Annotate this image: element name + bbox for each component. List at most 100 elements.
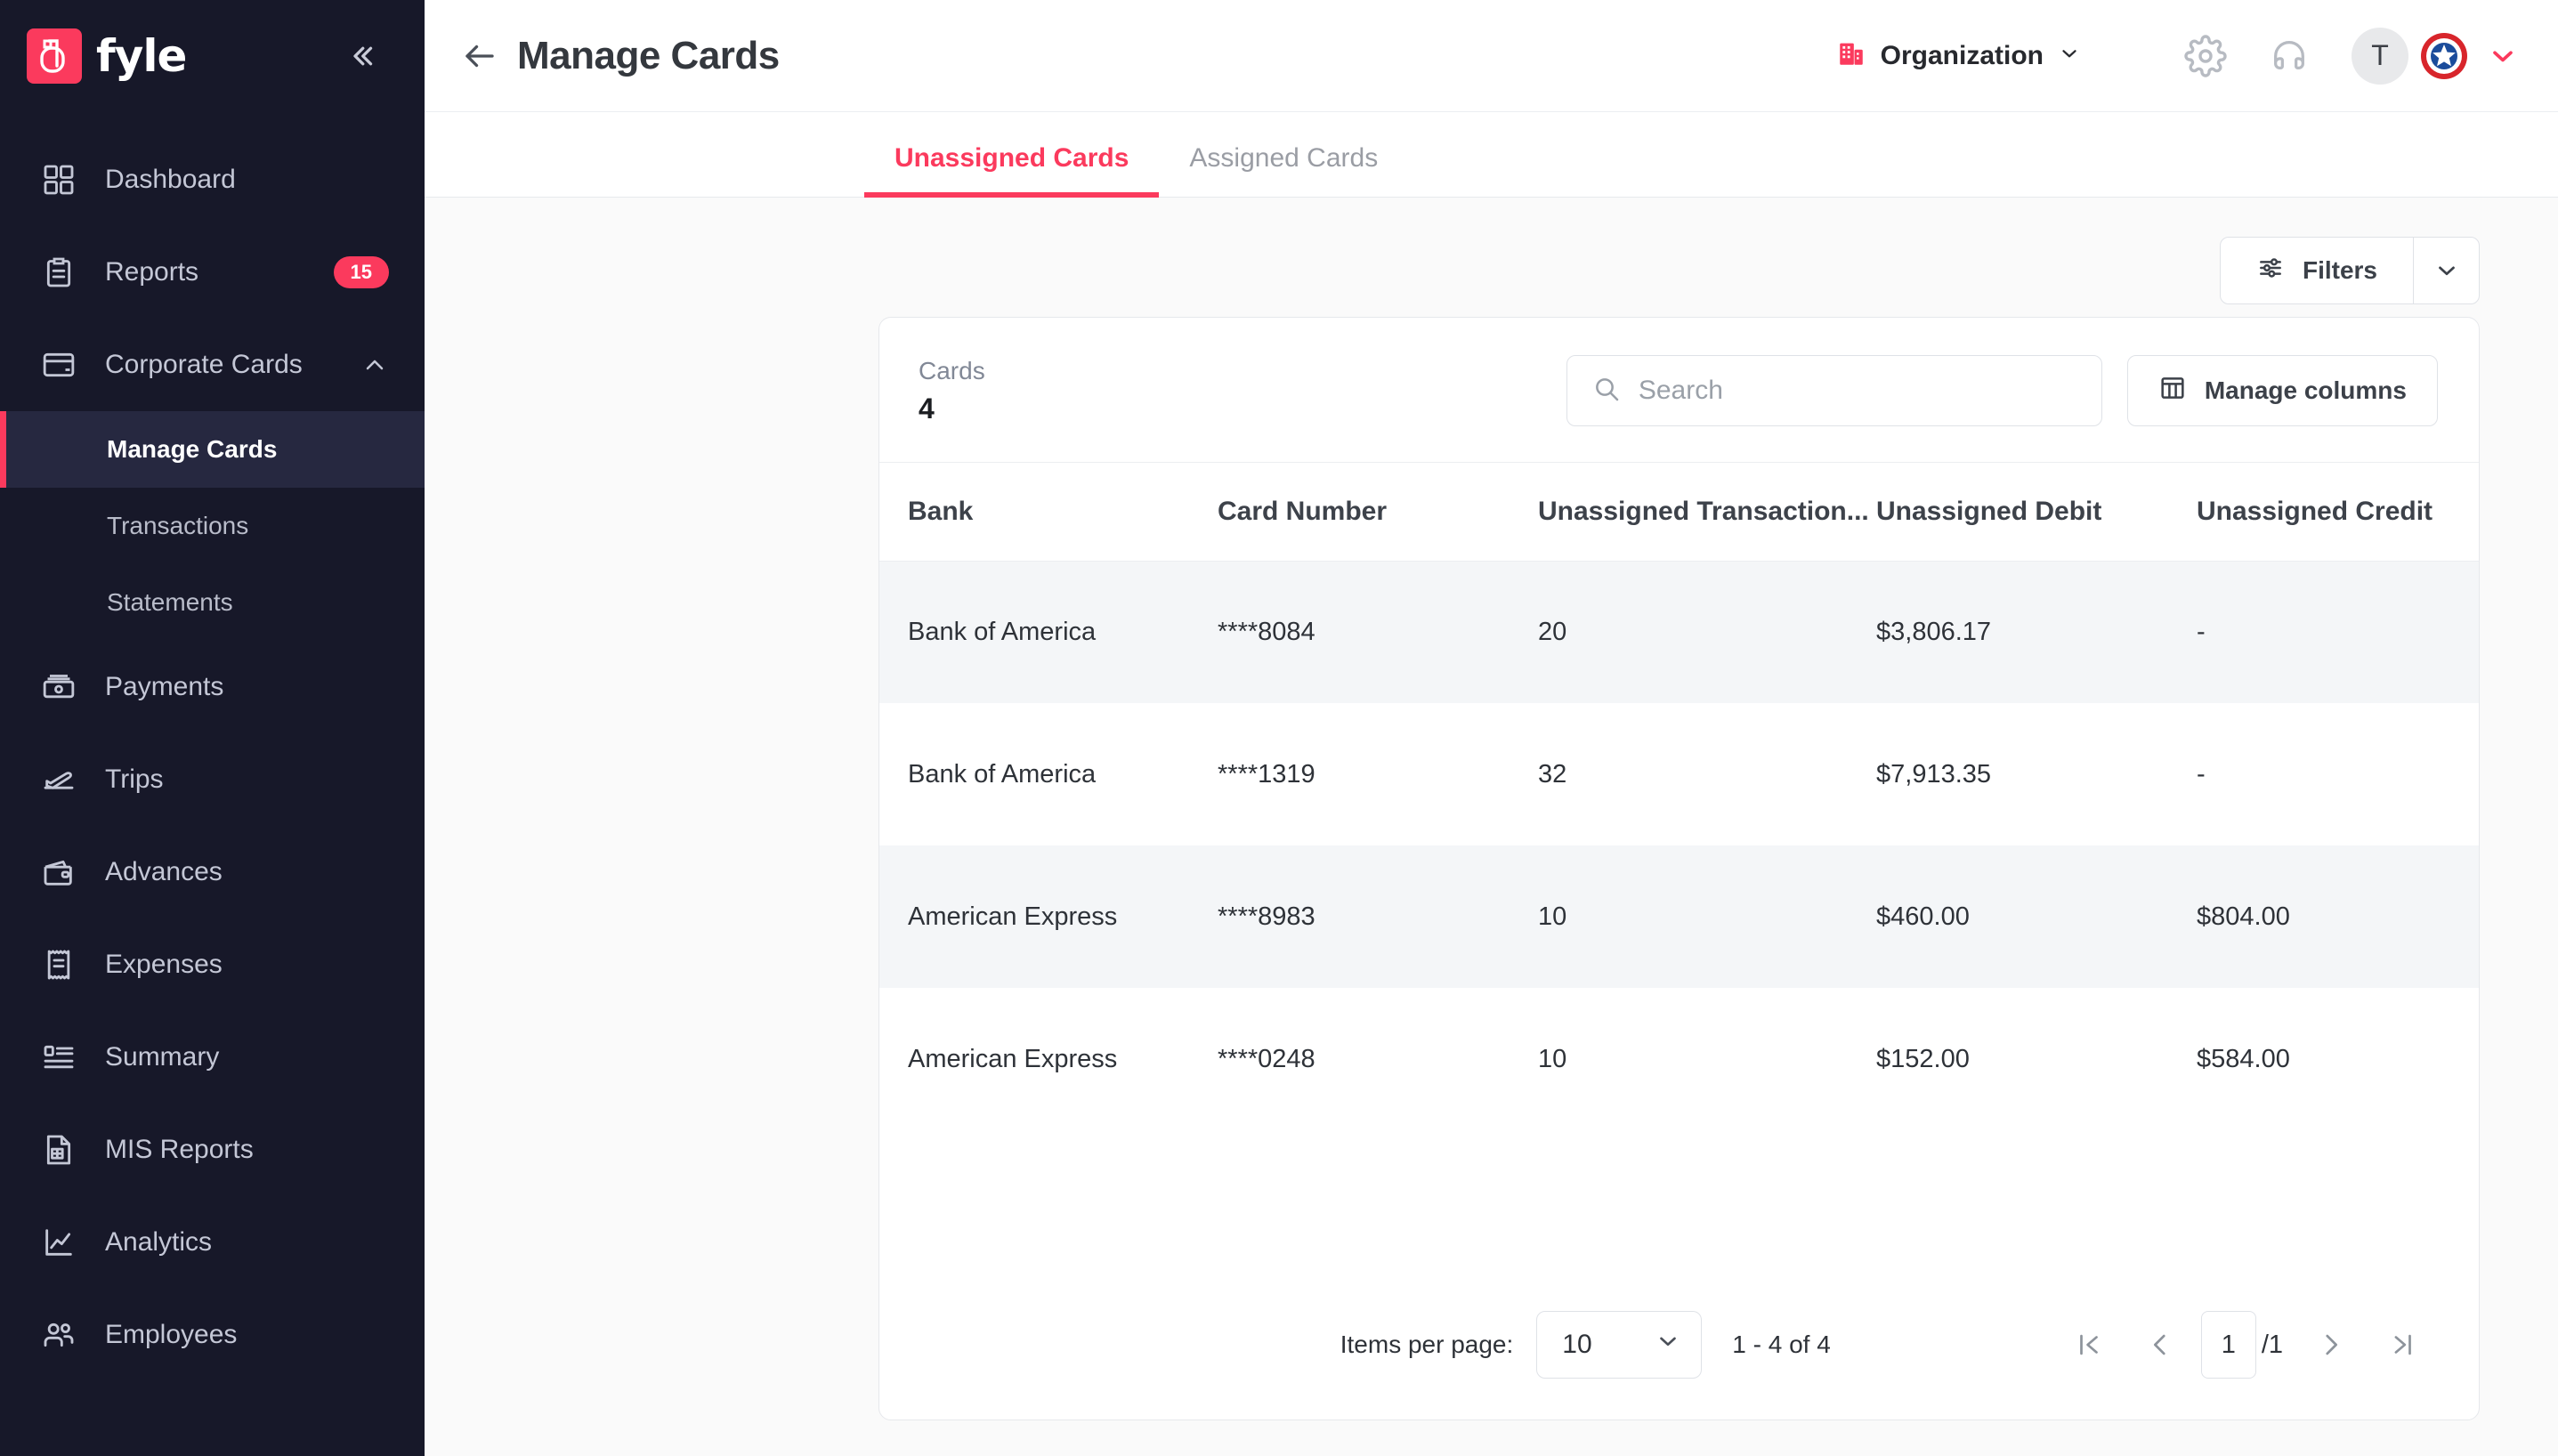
chevron-down-icon[interactable] <box>2487 40 2519 72</box>
sidebar-item-employees[interactable]: Employees <box>0 1289 425 1381</box>
sidebar-item-payments[interactable]: Payments <box>0 641 425 733</box>
sidebar-item-transactions[interactable]: Transactions <box>0 488 425 564</box>
sidebar-item-expenses[interactable]: Expenses <box>0 918 425 1011</box>
organization-selector[interactable]: Organization <box>1836 38 2081 73</box>
cell-unassigned-transactions: 10 <box>1538 845 1876 988</box>
last-page-icon[interactable] <box>2367 1311 2438 1379</box>
cell-unassigned-credit: - <box>2197 703 2480 845</box>
cell-unassigned-transactions: 20 <box>1538 561 1876 703</box>
search-box[interactable] <box>1566 355 2102 426</box>
panel-header-actions: Manage columns <box>1566 355 2438 426</box>
manage-columns-button[interactable]: Manage columns <box>2127 355 2438 426</box>
sidebar-item-analytics[interactable]: Analytics <box>0 1196 425 1289</box>
tab-label: Assigned Cards <box>1189 143 1378 173</box>
table-row[interactable]: Bank of America ****8084 20 $3,806.17 - … <box>879 561 2480 703</box>
sidebar-item-label: Employees <box>105 1320 389 1350</box>
sidebar-item-dashboard[interactable]: Dashboard <box>0 133 425 226</box>
sidebar-item-label: Corporate Cards <box>105 350 334 380</box>
banknote-icon <box>39 667 78 707</box>
page-number-input[interactable]: 1 <box>2201 1311 2256 1379</box>
arrow-left-icon[interactable] <box>455 31 505 81</box>
cards-panel: Cards 4 <box>878 317 2480 1420</box>
main-region: Manage Cards Organization <box>425 0 2558 1456</box>
cell-unassigned-credit: - <box>2197 561 2480 703</box>
sidebar-item-label: Dashboard <box>105 165 389 195</box>
chevrons-left-icon[interactable] <box>337 32 385 80</box>
panel-header: Cards 4 <box>879 318 2479 463</box>
sidebar-subitem-label: Manage Cards <box>107 435 277 464</box>
avatar-initial: T <box>2371 39 2389 72</box>
table-body: Bank of America ****8084 20 $3,806.17 - … <box>879 561 2480 1130</box>
sidebar-item-mis-reports[interactable]: MIS Reports <box>0 1104 425 1196</box>
cell-unassigned-transactions: 10 <box>1538 988 1876 1130</box>
column-header-unassigned-debit[interactable]: Unassigned Debit <box>1876 463 2197 561</box>
cards-count-value: 4 <box>919 392 985 425</box>
items-per-page-select[interactable]: 10 <box>1536 1311 1702 1379</box>
sidebar-item-label: Trips <box>105 764 389 795</box>
table-row[interactable]: American Express ****8983 10 $460.00 $80… <box>879 845 2480 988</box>
brand-logo[interactable]: fyle <box>27 28 186 84</box>
grid-icon <box>39 160 78 199</box>
search-input[interactable] <box>1639 376 2076 406</box>
sidebar-item-trips[interactable]: Trips <box>0 733 425 826</box>
column-header-bank[interactable]: Bank <box>879 463 1218 561</box>
next-page-icon[interactable] <box>2295 1311 2367 1379</box>
tab-unassigned-cards[interactable]: Unassigned Cards <box>864 143 1159 197</box>
sidebar-item-reports[interactable]: Reports 15 <box>0 226 425 319</box>
table-row[interactable]: American Express ****0248 10 $152.00 $58… <box>879 988 2480 1130</box>
table-row[interactable]: Bank of America ****1319 32 $7,913.35 - … <box>879 703 2480 845</box>
cards-count-label: Cards <box>919 357 985 385</box>
filters-control-group: Filters <box>2220 237 2480 304</box>
cell-unassigned-credit: $804.00 <box>2197 845 2480 988</box>
table-header-row: Bank Card Number Unassigned Transaction.… <box>879 463 2480 561</box>
topbar: Manage Cards Organization <box>425 0 2558 112</box>
tab-bar: Unassigned Cards Assigned Cards <box>425 112 2558 198</box>
chevron-down-icon <box>1655 1328 1681 1362</box>
cell-card-number: ****1319 <box>1218 703 1538 845</box>
cell-bank: Bank of America <box>879 561 1218 703</box>
topbar-actions: Organization <box>1836 28 2519 85</box>
items-per-page-value: 10 <box>1562 1330 1591 1360</box>
first-page-icon[interactable] <box>2053 1311 2125 1379</box>
sidebar-subitem-label: Statements <box>107 588 233 617</box>
avatar[interactable]: T <box>2352 28 2408 85</box>
tab-assigned-cards[interactable]: Assigned Cards <box>1159 143 1408 197</box>
wallet-icon <box>39 853 78 892</box>
prev-page-icon[interactable] <box>2125 1311 2196 1379</box>
filters-dropdown-toggle[interactable] <box>2413 238 2479 303</box>
file-table-icon <box>39 1130 78 1169</box>
reports-count-badge: 15 <box>334 256 389 288</box>
plane-icon <box>39 760 78 799</box>
receipt-icon <box>39 945 78 984</box>
sidebar-header: fyle <box>0 0 425 112</box>
sidebar-item-advances[interactable]: Advances <box>0 826 425 918</box>
gear-icon[interactable] <box>2179 29 2232 83</box>
cell-bank: American Express <box>879 845 1218 988</box>
sidebar-item-summary[interactable]: Summary <box>0 1011 425 1104</box>
cell-bank: American Express <box>879 988 1218 1130</box>
brand-name: fyle <box>96 30 186 82</box>
clipboard-icon <box>39 253 78 292</box>
filters-button[interactable]: Filters <box>2221 238 2413 303</box>
cell-unassigned-debit: $3,806.17 <box>1876 561 2197 703</box>
tab-label: Unassigned Cards <box>894 143 1129 173</box>
column-header-unassigned-credit[interactable]: Unassigned Credit <box>2197 463 2480 561</box>
fyle-logo-icon <box>27 28 82 84</box>
sidebar-item-manage-cards[interactable]: Manage Cards <box>0 411 425 488</box>
headset-icon[interactable] <box>2263 29 2316 83</box>
sidebar-item-corporate-cards[interactable]: Corporate Cards <box>0 319 425 411</box>
sidebar: fyle Dashboard <box>0 0 425 1456</box>
column-header-unassigned-transactions[interactable]: Unassigned Transaction... <box>1538 463 1876 561</box>
users-icon <box>39 1315 78 1355</box>
sidebar-item-label: Reports <box>105 257 307 287</box>
shield-star-icon[interactable] <box>2419 31 2469 81</box>
column-header-card-number[interactable]: Card Number <box>1218 463 1538 561</box>
sidebar-item-label: Analytics <box>105 1227 389 1258</box>
sidebar-item-statements[interactable]: Statements <box>0 564 425 641</box>
list-icon <box>39 1038 78 1077</box>
sidebar-subitem-label: Transactions <box>107 512 248 540</box>
cell-unassigned-debit: $152.00 <box>1876 988 2197 1130</box>
sidebar-nav: Dashboard Reports 15 <box>0 133 425 1381</box>
chevron-up-icon[interactable] <box>360 351 389 379</box>
cards-table: Bank Card Number Unassigned Transaction.… <box>879 463 2480 1130</box>
